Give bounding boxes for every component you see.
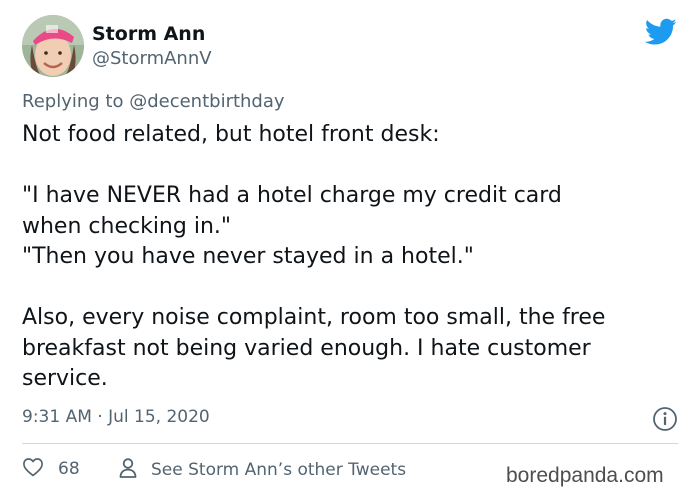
tweet-line: Also, every noise complaint, room too sm… xyxy=(22,305,606,330)
replying-to-label: Replying to xyxy=(22,91,130,112)
like-count: 68 xyxy=(58,459,80,479)
tweet-line: when checking in." xyxy=(22,213,231,239)
author-handle[interactable]: @StormAnnV xyxy=(92,48,212,70)
watermark: boredpanda.com xyxy=(506,464,664,487)
tweet-line: "Then you have never stayed in a hotel." xyxy=(22,244,474,269)
tweet-line: breakfast not being varied enough. I hat… xyxy=(22,335,591,361)
tweet-line: "I have NEVER had a hotel charge my cred… xyxy=(22,183,562,208)
heart-icon xyxy=(22,457,44,481)
tweet-line: Not food related, but hotel front desk: xyxy=(22,122,440,147)
author-name[interactable]: Storm Ann xyxy=(92,22,205,46)
tweet-line: service. xyxy=(22,366,108,391)
reply-mention-link[interactable]: @decentbirthday xyxy=(129,91,284,112)
tweet-text: Not food related, but hotel front desk: … xyxy=(22,120,682,395)
like-button[interactable]: 68 xyxy=(22,457,80,481)
replying-to: Replying to @decentbirthday xyxy=(22,91,285,113)
tweet-timestamp[interactable]: 9:31 AM · Jul 15, 2020 xyxy=(22,406,210,428)
avatar[interactable] xyxy=(22,15,84,77)
tweet-line xyxy=(22,151,682,182)
tweet-line xyxy=(22,273,682,304)
twitter-bird-icon[interactable] xyxy=(644,18,677,50)
divider xyxy=(22,443,678,444)
other-tweets-label: See Storm Ann’s other Tweets xyxy=(151,460,407,480)
person-icon xyxy=(119,457,137,483)
other-tweets-link[interactable]: See Storm Ann’s other Tweets xyxy=(119,457,406,483)
info-icon[interactable] xyxy=(652,406,678,436)
